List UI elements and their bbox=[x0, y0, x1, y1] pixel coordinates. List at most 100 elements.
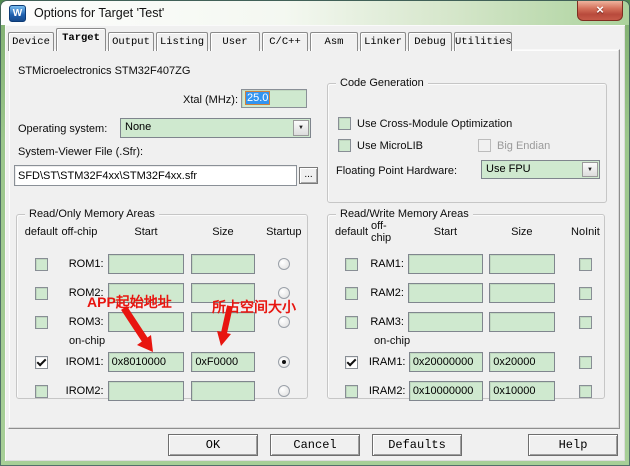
system-viewer-label: System-Viewer File (.Sfr): bbox=[18, 146, 143, 158]
defaults-button[interactable]: Defaults bbox=[372, 434, 462, 456]
irom1-size-input[interactable]: 0xF0000 bbox=[191, 352, 254, 372]
iram2-start-input[interactable]: 0x10000000 bbox=[409, 381, 483, 401]
rom3-start-input[interactable] bbox=[108, 312, 185, 332]
header-default: default bbox=[334, 226, 369, 238]
read-only-onchip-label: on-chip bbox=[69, 335, 105, 347]
cross-module-label: Use Cross-Module Optimization bbox=[357, 118, 512, 130]
iram1-size-input[interactable]: 0x20000 bbox=[489, 352, 555, 372]
header-default: default bbox=[23, 226, 59, 238]
ok-button[interactable]: OK bbox=[168, 434, 258, 456]
header-off-chip: off-chip bbox=[369, 220, 408, 244]
header-size: Size bbox=[191, 226, 254, 238]
tab-device[interactable]: Device bbox=[8, 32, 54, 51]
big-endian-label: Big Endian bbox=[497, 140, 550, 152]
big-endian-checkbox bbox=[478, 139, 491, 152]
ram1-start-input[interactable] bbox=[408, 254, 483, 274]
iram1-start-input[interactable]: 0x20000000 bbox=[409, 352, 483, 372]
irom1-start-input[interactable]: 0x8010000 bbox=[108, 352, 185, 372]
cancel-button[interactable]: Cancel bbox=[270, 434, 360, 456]
iram2-size-input[interactable]: 0x10000 bbox=[489, 381, 555, 401]
rom3-default-checkbox[interactable] bbox=[35, 316, 48, 329]
header-start: Start bbox=[108, 226, 185, 238]
tab-output[interactable]: Output bbox=[108, 32, 154, 51]
read-only-title: Read/Only Memory Areas bbox=[25, 208, 159, 220]
chevron-down-icon[interactable]: ▼ bbox=[293, 120, 309, 136]
ram3-size-input[interactable] bbox=[489, 312, 555, 332]
iram1-default-checkbox[interactable] bbox=[345, 356, 358, 369]
rom1-size-input[interactable] bbox=[191, 254, 254, 274]
header-off-chip: off-chip bbox=[59, 226, 107, 238]
title-bar: W Options for Target 'Test' × bbox=[1, 1, 629, 25]
ram2-noinit-checkbox[interactable] bbox=[579, 287, 592, 300]
header-noinit: NoInit bbox=[571, 226, 600, 238]
window-title: Options for Target 'Test' bbox=[34, 6, 164, 20]
code-generation-group: Code Generation Use Cross-Module Optimiz… bbox=[327, 83, 607, 203]
header-size: Size bbox=[489, 226, 555, 238]
rom1-startup-radio[interactable] bbox=[278, 258, 290, 270]
ram3-default-checkbox[interactable] bbox=[345, 316, 358, 329]
irom2-row: IROM2: bbox=[23, 378, 303, 404]
help-button[interactable]: Help bbox=[528, 434, 618, 456]
rom3-startup-radio[interactable] bbox=[278, 316, 290, 328]
irom2-start-input[interactable] bbox=[108, 381, 185, 401]
xtal-selected-text: 25.0 bbox=[245, 91, 270, 105]
operating-system-select[interactable]: None ▼ bbox=[120, 118, 311, 138]
rom1-row: ROM1: bbox=[23, 251, 303, 277]
ram1-size-input[interactable] bbox=[489, 254, 555, 274]
iram2-default-checkbox[interactable] bbox=[345, 385, 358, 398]
ram3-label: RAM3: bbox=[369, 316, 408, 328]
irom2-size-input[interactable] bbox=[191, 381, 254, 401]
tab-listing[interactable]: Listing bbox=[156, 32, 208, 51]
rom1-default-checkbox[interactable] bbox=[35, 258, 48, 271]
read-write-title: Read/Write Memory Areas bbox=[336, 208, 473, 220]
browse-button[interactable]: ... bbox=[299, 167, 318, 184]
ram2-start-input[interactable] bbox=[408, 283, 483, 303]
iram1-row: IRAM1: 0x20000000 0x20000 bbox=[334, 349, 600, 375]
xtal-input[interactable]: 25.0 bbox=[241, 89, 307, 108]
ram3-noinit-checkbox[interactable] bbox=[579, 316, 592, 329]
irom1-default-checkbox[interactable] bbox=[35, 356, 48, 369]
tab-linker[interactable]: Linker bbox=[360, 32, 406, 51]
read-write-memory-group: Read/Write Memory Areas default off-chip… bbox=[327, 214, 605, 399]
chevron-down-icon[interactable]: ▼ bbox=[582, 162, 598, 177]
tab-asm[interactable]: Asm bbox=[310, 32, 358, 51]
ram1-default-checkbox[interactable] bbox=[345, 258, 358, 271]
ram2-row: RAM2: bbox=[334, 280, 600, 306]
tab-utilities[interactable]: Utilities bbox=[454, 32, 512, 51]
options-dialog-window: W Options for Target 'Test' × Device Tar… bbox=[0, 0, 630, 466]
ram2-default-checkbox[interactable] bbox=[345, 287, 358, 300]
header-start: Start bbox=[408, 226, 483, 238]
tab-ccpp[interactable]: C/C++ bbox=[262, 32, 308, 51]
code-generation-title: Code Generation bbox=[336, 77, 428, 89]
iram1-noinit-checkbox[interactable] bbox=[579, 356, 592, 369]
operating-system-value: None bbox=[125, 121, 151, 133]
irom2-startup-radio[interactable] bbox=[278, 385, 290, 397]
ram2-label: RAM2: bbox=[369, 287, 408, 299]
floating-point-select[interactable]: Use FPU ▼ bbox=[481, 160, 600, 179]
irom1-startup-radio[interactable] bbox=[278, 356, 290, 368]
tab-debug[interactable]: Debug bbox=[408, 32, 452, 51]
ram2-size-input[interactable] bbox=[489, 283, 555, 303]
annotation-size-note: 所占空间大小 bbox=[212, 297, 296, 317]
header-startup: Startup bbox=[265, 226, 303, 238]
microlib-label: Use MicroLIB bbox=[357, 140, 423, 152]
irom2-default-checkbox[interactable] bbox=[35, 385, 48, 398]
rom2-default-checkbox[interactable] bbox=[35, 287, 48, 300]
floating-point-value: Use FPU bbox=[486, 163, 531, 175]
irom1-label: IROM1: bbox=[59, 356, 107, 368]
xtal-label: Xtal (MHz): bbox=[148, 94, 238, 106]
floating-point-label: Floating Point Hardware: bbox=[336, 165, 457, 177]
iram2-noinit-checkbox[interactable] bbox=[579, 385, 592, 398]
ram1-row: RAM1: bbox=[334, 251, 600, 277]
tab-target[interactable]: Target bbox=[56, 28, 106, 51]
tab-user[interactable]: User bbox=[210, 32, 260, 51]
irom2-label: IROM2: bbox=[59, 385, 107, 397]
close-button[interactable]: × bbox=[577, 1, 623, 21]
iram2-row: IRAM2: 0x10000000 0x10000 bbox=[334, 378, 600, 404]
ram1-noinit-checkbox[interactable] bbox=[579, 258, 592, 271]
cross-module-checkbox[interactable] bbox=[338, 117, 351, 130]
ram3-start-input[interactable] bbox=[408, 312, 483, 332]
rom1-start-input[interactable] bbox=[108, 254, 185, 274]
system-viewer-input[interactable]: SFD\ST\STM32F4xx\STM32F4xx.sfr bbox=[14, 165, 297, 186]
microlib-checkbox[interactable] bbox=[338, 139, 351, 152]
